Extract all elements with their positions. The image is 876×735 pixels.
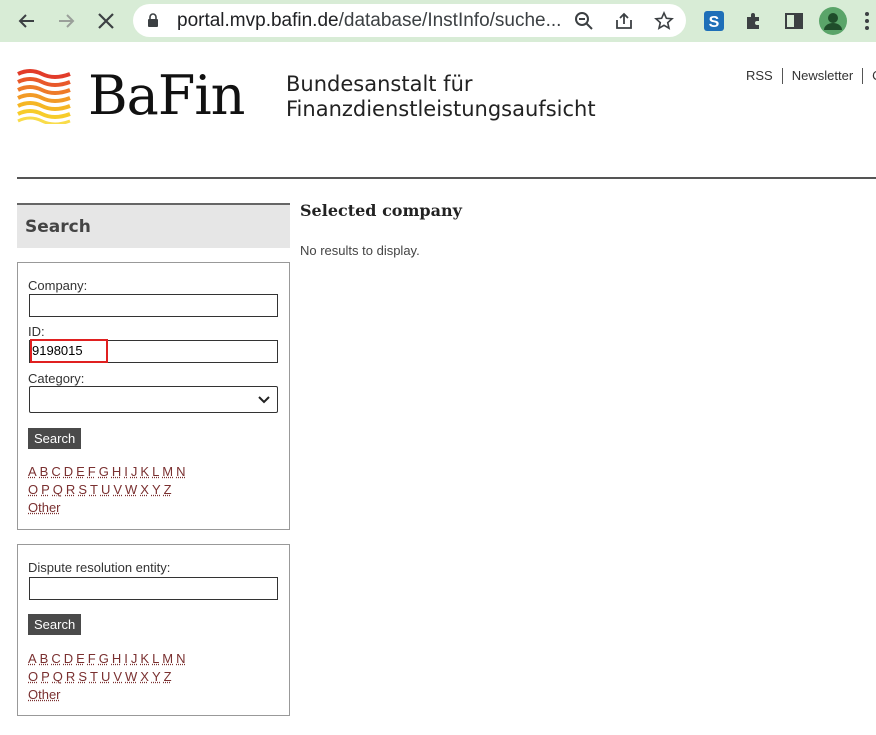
letter-link-z[interactable]: Z (164, 482, 172, 497)
letter-link-a[interactable]: A (28, 651, 37, 666)
id-label: ID: (28, 324, 45, 339)
letter-link-k[interactable]: K (140, 651, 149, 666)
letter-link-v[interactable]: V (113, 482, 122, 497)
zoom-icon[interactable] (573, 10, 595, 32)
letter-link-g[interactable]: G (99, 651, 109, 666)
letter-link-x[interactable]: X (140, 669, 149, 684)
profile-avatar-icon[interactable] (819, 7, 847, 35)
letter-link-p[interactable]: P (41, 482, 50, 497)
letter-link-b[interactable]: B (40, 651, 49, 666)
letter-link-s[interactable]: S (78, 669, 87, 684)
letter-link-u[interactable]: U (101, 482, 110, 497)
company-input[interactable] (29, 294, 278, 317)
url-text: portal.mvp.bafin.de/database/InstInfo/su… (177, 10, 561, 32)
dispute-search-button[interactable]: Search (28, 614, 81, 635)
alphabet-row-2: OPQRSTUVWXYZ (28, 668, 175, 686)
forward-arrow-icon[interactable] (52, 7, 80, 35)
letter-link-t[interactable]: T (90, 482, 98, 497)
letter-link-e[interactable]: E (76, 651, 85, 666)
letter-link-f[interactable]: F (88, 651, 96, 666)
letter-link-b[interactable]: B (40, 464, 49, 479)
lock-icon (147, 13, 159, 32)
letter-link-v[interactable]: V (113, 669, 122, 684)
rss-link[interactable]: RSS (746, 68, 773, 84)
other-link[interactable]: Other (28, 687, 61, 702)
letter-link-a[interactable]: A (28, 464, 37, 479)
search-panel-heading: Search (17, 203, 290, 248)
header-divider (17, 177, 876, 179)
letter-link-o[interactable]: O (28, 669, 38, 684)
letter-link-y[interactable]: Y (152, 482, 161, 497)
svg-text:S: S (709, 14, 720, 31)
search-button[interactable]: Search (28, 428, 81, 449)
letter-link-c[interactable]: C (51, 464, 60, 479)
back-arrow-icon[interactable] (13, 7, 41, 35)
category-select[interactable] (29, 386, 278, 413)
alphabet-row-2: OPQRSTUVWXYZ (28, 481, 175, 499)
organization-name: Bundesanstalt für Finanzdienstleistungsa… (286, 72, 596, 122)
letter-link-l[interactable]: L (152, 651, 159, 666)
letter-link-n[interactable]: N (176, 651, 185, 666)
letter-link-l[interactable]: L (152, 464, 159, 479)
letter-link-f[interactable]: F (88, 464, 96, 479)
letter-link-h[interactable]: H (112, 464, 121, 479)
letter-link-h[interactable]: H (112, 651, 121, 666)
top-links: RSS Newsletter C (746, 68, 876, 84)
letter-link-d[interactable]: D (64, 651, 73, 666)
side-panel-icon[interactable] (780, 7, 808, 35)
alphabet-row-1: ABCDEFGHIJKLMN (28, 650, 189, 668)
letter-link-i[interactable]: I (124, 651, 128, 666)
letter-link-x[interactable]: X (140, 482, 149, 497)
letter-link-m[interactable]: M (162, 464, 173, 479)
letter-link-g[interactable]: G (99, 464, 109, 479)
browser-toolbar: portal.mvp.bafin.de/database/InstInfo/su… (0, 0, 876, 42)
dispute-input[interactable] (29, 577, 278, 600)
letter-link-r[interactable]: R (66, 482, 75, 497)
letter-link-t[interactable]: T (90, 669, 98, 684)
letter-link-j[interactable]: J (131, 651, 138, 666)
category-label: Category: (28, 371, 84, 386)
letter-link-c[interactable]: C (51, 651, 60, 666)
letter-link-d[interactable]: D (64, 464, 73, 479)
company-label: Company: (28, 278, 87, 293)
bookmark-star-icon[interactable] (653, 10, 675, 32)
extension-s-icon[interactable]: S (700, 7, 728, 35)
letter-link-w[interactable]: W (125, 482, 137, 497)
letter-link-u[interactable]: U (101, 669, 110, 684)
letter-link-s[interactable]: S (78, 482, 87, 497)
chevron-down-icon (257, 392, 271, 411)
letter-link-w[interactable]: W (125, 669, 137, 684)
selected-company-title: Selected company (300, 201, 462, 220)
newsletter-link[interactable]: Newsletter (792, 68, 853, 84)
bafin-logo-text[interactable]: BaFin (88, 64, 244, 127)
letter-link-n[interactable]: N (176, 464, 185, 479)
stop-loading-icon[interactable] (92, 7, 120, 35)
letter-link-o[interactable]: O (28, 482, 38, 497)
letter-link-e[interactable]: E (76, 464, 85, 479)
alphabet-row-1: ABCDEFGHIJKLMN (28, 463, 189, 481)
extensions-puzzle-icon[interactable] (740, 7, 768, 35)
dispute-search-form: Dispute resolution entity: Search ABCDEF… (17, 544, 290, 716)
address-bar[interactable]: portal.mvp.bafin.de/database/InstInfo/su… (133, 4, 686, 37)
contact-link[interactable]: C (872, 68, 876, 84)
company-search-form: Company: ID: 9198015 Category: Search AB… (17, 262, 290, 530)
dispute-label: Dispute resolution entity: (28, 560, 170, 575)
letter-link-j[interactable]: J (131, 464, 138, 479)
letter-link-q[interactable]: Q (53, 482, 63, 497)
letter-link-z[interactable]: Z (164, 669, 172, 684)
other-link[interactable]: Other (28, 500, 61, 515)
letter-link-i[interactable]: I (124, 464, 128, 479)
letter-link-m[interactable]: M (162, 651, 173, 666)
bafin-logo-icon (16, 68, 72, 129)
id-value-highlight (30, 339, 108, 363)
letter-link-p[interactable]: P (41, 669, 50, 684)
no-results-message: No results to display. (300, 243, 420, 258)
letter-link-k[interactable]: K (140, 464, 149, 479)
share-icon[interactable] (613, 10, 635, 32)
menu-dots-icon[interactable] (858, 7, 876, 35)
letter-link-y[interactable]: Y (152, 669, 161, 684)
letter-link-q[interactable]: Q (53, 669, 63, 684)
letter-link-r[interactable]: R (66, 669, 75, 684)
